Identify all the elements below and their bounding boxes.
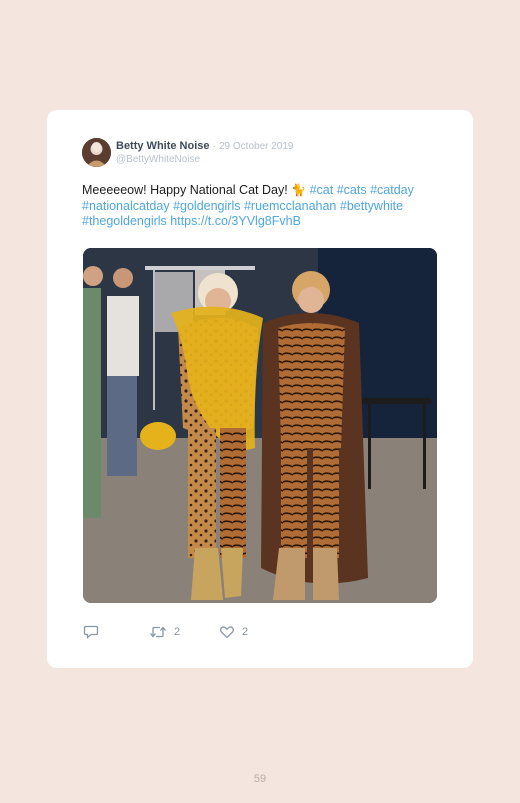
tweet-actions: 2 2	[83, 624, 383, 640]
like-count: 2	[242, 626, 249, 638]
author-line: Betty White Noise · 29 October 2019	[116, 139, 293, 154]
reply-icon	[83, 625, 99, 639]
hashtag-bettywhite[interactable]: #bettywhite	[340, 199, 403, 213]
avatar[interactable]	[82, 138, 111, 167]
hashtag-catday[interactable]: #catday	[370, 183, 414, 197]
heart-icon	[219, 625, 235, 639]
hashtag-cats[interactable]: #cats	[337, 183, 367, 197]
cat-emoji-icon: 🐈	[291, 183, 307, 197]
tweet-link[interactable]: https://t.co/3YVlg8FvhB	[170, 214, 301, 228]
tweet-photo[interactable]	[83, 248, 437, 603]
hashtag-goldengirls[interactable]: #goldengirls	[173, 199, 240, 213]
hashtag-nationalcatday[interactable]: #nationalcatday	[82, 199, 170, 213]
author-separator: ·	[212, 141, 216, 152]
author-name[interactable]: Betty White Noise	[116, 140, 210, 152]
page-number: 59	[253, 773, 267, 785]
reply-button[interactable]	[83, 624, 99, 640]
retweet-icon	[149, 625, 167, 639]
hashtag-thegoldengirls[interactable]: #thegoldengirls	[82, 214, 167, 228]
hashtag-cat[interactable]: #cat	[310, 183, 334, 197]
retweet-button[interactable]: 2	[149, 624, 180, 640]
tweet-card: Betty White Noise · 29 October 2019 @Bet…	[47, 110, 473, 668]
tweet-text: Meeeeeow! Happy National Cat Day! 🐈 #cat…	[82, 183, 452, 230]
like-button[interactable]: 2	[219, 624, 248, 640]
author-handle[interactable]: @BettyWhiteNoise	[116, 153, 200, 166]
tweet-date[interactable]: 29 October 2019	[219, 141, 294, 152]
hashtag-ruemcclanahan[interactable]: #ruemcclanahan	[244, 199, 336, 213]
retweet-count: 2	[174, 626, 181, 638]
tweet-text-intro: Meeeeeow! Happy National Cat Day!	[82, 183, 292, 197]
